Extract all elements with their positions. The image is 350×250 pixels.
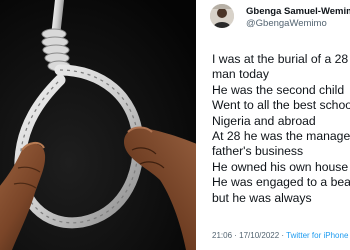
tweet-timestamp[interactable]: 21:06 · 17/10/2022 · xyxy=(212,231,286,240)
tweet-line: He was engaged to a beautiful xyxy=(212,175,350,190)
tweet-line: but he was always xyxy=(212,190,312,205)
tweet-line: Nigeria and abroad xyxy=(212,113,316,128)
tweet-meta: 21:06 · 17/10/2022 · Twitter for iPhone xyxy=(212,231,348,240)
avatar[interactable] xyxy=(210,4,234,28)
avatar-icon xyxy=(210,4,234,28)
tweet-line: I was at the burial of a 28 xyxy=(212,52,349,66)
tweet-line: At 28 he was the manager xyxy=(212,129,350,144)
noose-photo xyxy=(0,0,196,250)
tweet-line: Went to all the best schools xyxy=(212,98,350,113)
tweet-line: He was the second child xyxy=(212,82,345,97)
tweet-source-link[interactable]: Twitter for iPhone xyxy=(286,231,348,240)
display-name[interactable]: Gbenga Samuel-Wemimo xyxy=(246,6,350,17)
screenshot-container: Gbenga Samuel-Wemimo @GbengaWemimo I was… xyxy=(0,0,350,250)
user-handle[interactable]: @GbengaWemimo xyxy=(246,18,327,29)
noose-photo-graphic xyxy=(0,0,196,250)
tweet-line: man today xyxy=(212,67,269,82)
tweet-line: He owned his own house xyxy=(212,159,349,174)
tweet-text: I was at the burial of a 28 man today He… xyxy=(212,52,350,206)
tweet-card: Gbenga Samuel-Wemimo @GbengaWemimo I was… xyxy=(196,0,350,250)
tweet-line: father's business xyxy=(212,144,304,159)
